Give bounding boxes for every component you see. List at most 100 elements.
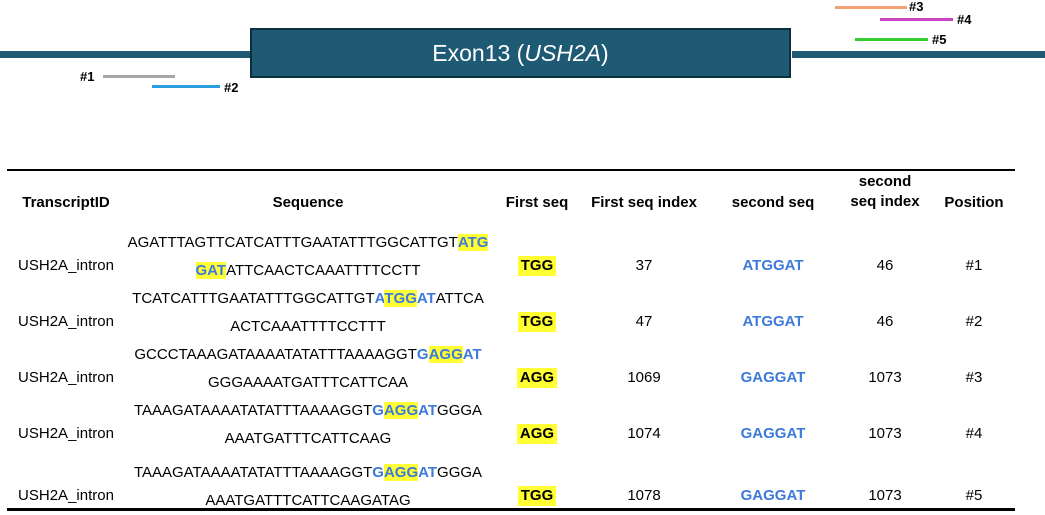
header-transcript-id: TranscriptID: [22, 194, 110, 211]
cell-second-seq: GAGGAT: [740, 369, 806, 386]
cell-first-seq-index: 37: [635, 257, 653, 274]
cell-second-seq: GAGGAT: [740, 425, 806, 442]
sequence-line-1: TAAAGATAAAATATATTTAAAAGGTGAGGATGGGA: [120, 459, 496, 487]
cell-position: #5: [965, 487, 983, 504]
exon13-box: Exon13 (USH2A): [250, 28, 791, 78]
sequence-segment: AAATGATTTCATTCAAG: [224, 430, 392, 447]
sequence-segment: TCATCATTTGAATATTTGGCATTGT: [132, 290, 375, 307]
sequence-segment: ATG: [457, 234, 489, 251]
sequence-segment: AGG: [383, 464, 419, 481]
header-first-seq: First seq: [505, 194, 569, 211]
header-second-seq: second seq: [731, 194, 815, 211]
sequence-segment: G: [372, 402, 384, 419]
cell-first-seq: TGG: [500, 485, 574, 507]
header-second-seq-index-line2: seq index: [850, 193, 920, 210]
sequence-segment: TAAAGATAAAATATATTTAAAAGGT: [133, 402, 373, 419]
guide-line-5: [855, 38, 928, 41]
guide-label-2: #2: [224, 80, 239, 95]
cell-position: #3: [965, 369, 983, 386]
cell-second-seq-index: 46: [876, 313, 894, 330]
exon-label-prefix: Exon13 (: [432, 39, 525, 66]
cell-first-seq-index: 1074: [627, 425, 661, 442]
sequence-segment: AGG: [428, 346, 463, 363]
first-seq-badge: AGG: [516, 368, 558, 388]
sequence-segment: GAT: [195, 262, 227, 279]
sequence-line-2: GATATTCAACTCAAATTTTCCTT: [120, 257, 496, 285]
cell-transcript-id: USH2A_intron: [18, 487, 114, 504]
sequence-segment: TAAAGATAAAATATATTTAAAAGGT: [133, 464, 373, 481]
first-seq-badge: TGG: [517, 486, 557, 506]
guide-label-3: #3: [909, 0, 924, 14]
cell-position: #4: [965, 425, 983, 442]
cell-sequence: TAAAGATAAAATATATTTAAAAGGTGAGGATGGGA AAATG…: [120, 397, 496, 453]
sequence-line-1: GCCCTAAAGATAAAATATATTTAAAAGGTGAGGAT: [120, 341, 496, 369]
sequence-segment: AT: [418, 464, 438, 481]
sequence-segment: G: [372, 464, 384, 481]
sequence-segment: GGGA: [437, 464, 483, 481]
cell-second-seq-index: 1073: [868, 369, 902, 386]
cell-second-seq-index: 46: [876, 257, 894, 274]
cell-second-seq-index: 1073: [868, 425, 902, 442]
sequence-line-1: AGATTTAGTTCATCATTTGAATATTTGGCATTGTATG: [120, 229, 496, 257]
exon-gene-name: USH2A: [524, 39, 602, 66]
cell-second-seq: ATGGAT: [742, 257, 804, 274]
cell-second-seq: GAGGAT: [740, 487, 806, 504]
sequence-segment: AAATGATTTCATTCAAGATAG: [205, 492, 411, 509]
intron-line-left: [0, 51, 250, 58]
first-seq-badge: TGG: [517, 312, 557, 332]
header-second-seq-index-line1: second: [858, 173, 912, 190]
sequence-segment: AGATTTAGTTCATCATTTGAATATTTGGCATTGT: [127, 234, 458, 251]
sequence-segment: ACTCAAATTTTCCTTT: [230, 318, 386, 335]
cell-first-seq: AGG: [500, 367, 574, 389]
guide-line-2: [152, 85, 220, 88]
cell-sequence: TCATCATTTGAATATTTGGCATTGTATGGATATTCA ACTC…: [120, 285, 496, 341]
sequence-segment: A: [374, 290, 385, 307]
cell-position: #1: [965, 257, 983, 274]
sequence-segment: GCCCTAAAGATAAAATATATTTAAAAGGT: [134, 346, 417, 363]
intron-line-right: [792, 51, 1045, 58]
sequence-segment: AT: [416, 290, 436, 307]
sequence-segment: TGG: [384, 290, 417, 307]
guide-label-1: #1: [80, 69, 95, 84]
sequence-line-2: ACTCAAATTTTCCTTT: [120, 313, 496, 341]
sequence-line-1: TAAAGATAAAATATATTTAAAAGGTGAGGATGGGA: [120, 397, 496, 425]
cell-second-seq-index: 1073: [868, 487, 902, 504]
gene-diagram: Exon13 (USH2A) #1 #2 #3 #4 #5: [0, 0, 1045, 110]
cell-transcript-id: USH2A_intron: [18, 369, 114, 386]
exon-label-suffix: ): [601, 39, 609, 66]
guide-label-4: #4: [957, 12, 972, 27]
cell-sequence: AGATTTAGTTCATCATTTGAATATTTGGCATTGTATG GAT…: [120, 229, 496, 285]
sequence-segment: AT: [418, 402, 438, 419]
cell-position: #2: [965, 313, 983, 330]
cell-transcript-id: USH2A_intron: [18, 425, 114, 442]
guide-line-3: [835, 6, 907, 9]
sequence-segment: AGG: [383, 402, 419, 419]
first-seq-badge: TGG: [517, 256, 557, 276]
cell-first-seq: AGG: [500, 423, 574, 445]
header-second-seq-index: second seq index: [838, 172, 932, 212]
cell-second-seq: ATGGAT: [742, 313, 804, 330]
cell-first-seq-index: 1069: [627, 369, 661, 386]
cell-transcript-id: USH2A_intron: [18, 313, 114, 330]
cell-first-seq-index: 47: [635, 313, 653, 330]
header-position: Position: [944, 194, 1004, 211]
sequence-segment: GGGAAAATGATTTCATTCAA: [207, 374, 408, 391]
cell-first-seq-index: 1078: [627, 487, 661, 504]
cell-sequence: TAAAGATAAAATATATTTAAAAGGTGAGGATGGGA AAATG…: [120, 459, 496, 515]
guide-label-5: #5: [932, 32, 947, 47]
cell-first-seq: TGG: [500, 255, 574, 277]
cell-first-seq: TGG: [500, 311, 574, 333]
sequence-line-1: TCATCATTTGAATATTTGGCATTGTATGGATATTCA: [120, 285, 496, 313]
guide-line-4: [880, 18, 953, 21]
sequence-line-2: AAATGATTTCATTCAAG: [120, 425, 496, 453]
first-seq-badge: AGG: [516, 424, 558, 444]
table-top-rule: [7, 169, 1015, 171]
cell-transcript-id: USH2A_intron: [18, 257, 114, 274]
guide-line-1: [103, 75, 175, 78]
sequence-segment: G: [416, 346, 429, 363]
sequence-segment: ATTCA: [435, 290, 484, 307]
sequence-segment: GGGA: [437, 402, 483, 419]
cell-sequence: GCCCTAAAGATAAAATATATTTAAAAGGTGAGGAT GGGAA…: [120, 341, 496, 397]
header-sequence: Sequence: [272, 194, 344, 211]
sequence-line-2: GGGAAAATGATTTCATTCAA: [120, 369, 496, 397]
